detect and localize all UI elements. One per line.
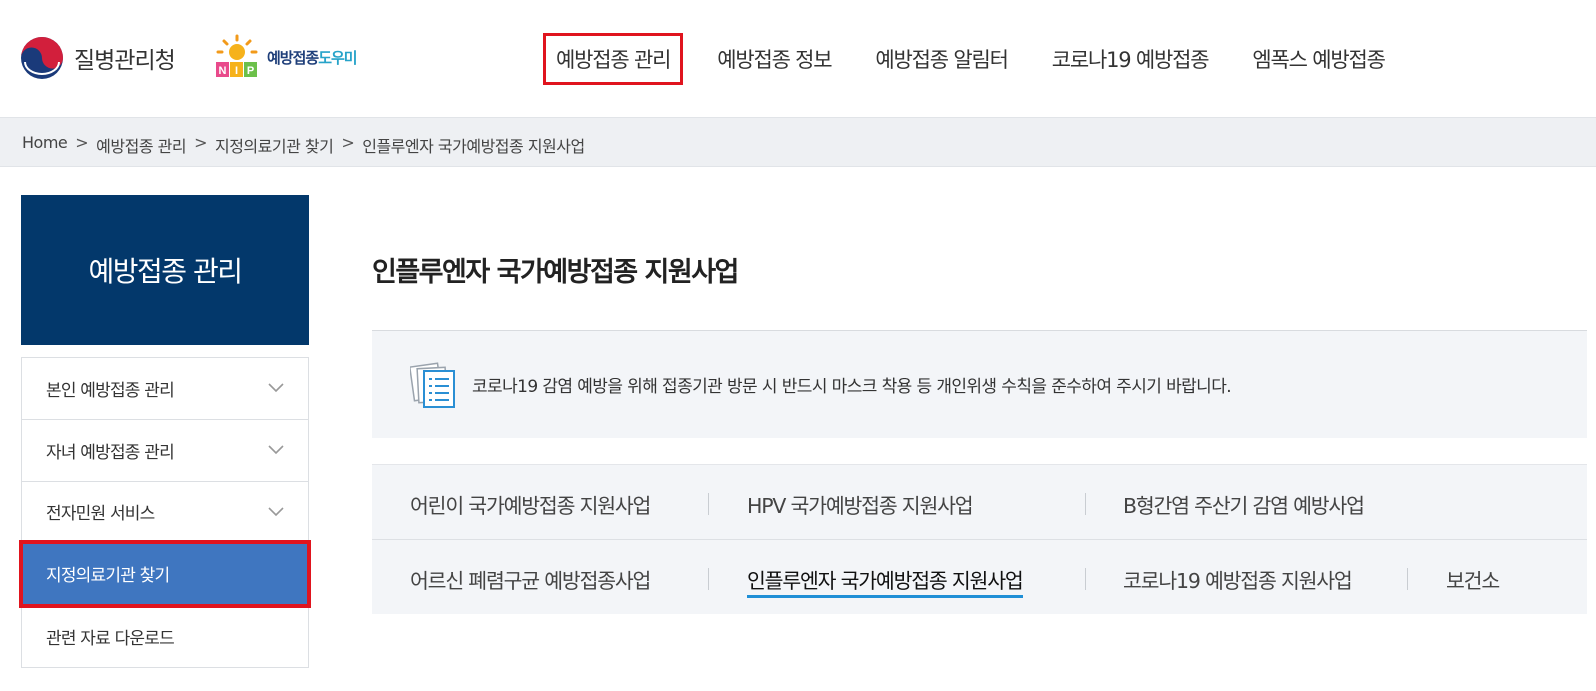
breadcrumb-item[interactable]: 지정의료기관 찾기 bbox=[215, 133, 334, 157]
sidebar-item-label: 본인 예방접종 관리 bbox=[46, 380, 175, 401]
tab-hpv-vaccination[interactable]: HPV 국가예방접종 지원사업 bbox=[747, 489, 974, 519]
tab-divider bbox=[1085, 568, 1086, 590]
chevron-down-icon bbox=[268, 383, 284, 393]
tab-child-vaccination[interactable]: 어린이 국가예방접종 지원사업 bbox=[410, 489, 651, 519]
nav-vaccination-management[interactable]: 예방접종 관리 bbox=[543, 33, 684, 85]
tab-divider bbox=[708, 568, 709, 590]
page-title: 인플루엔자 국가예방접종 지원사업 bbox=[372, 257, 739, 288]
breadcrumb-bar: Home > 예방접종 관리 > 지정의료기관 찾기 > 인플루엔자 국가예방접… bbox=[0, 117, 1596, 167]
sidebar-title: 예방접종 관리 bbox=[21, 195, 309, 345]
tab-divider bbox=[1085, 493, 1086, 515]
nav-covid19-vaccination[interactable]: 코로나19 예방접종 bbox=[1052, 44, 1210, 74]
site-header: 질병관리청 N I P 예방접종도우미 예방접종 관리 예방접종 정보 예방접종… bbox=[0, 0, 1596, 117]
notice-text: 코로나19 감염 예방을 위해 접종기관 방문 시 반드시 마스크 착용 등 개… bbox=[472, 377, 1232, 397]
breadcrumb-separator: > bbox=[341, 133, 355, 152]
sidebar-item-child-vaccination[interactable]: 자녀 예방접종 관리 bbox=[22, 419, 308, 482]
tab-covid19-vaccination-program[interactable]: 코로나19 예방접종 지원사업 bbox=[1123, 564, 1353, 594]
nip-sun-logo-icon: N I P bbox=[216, 34, 258, 77]
svg-text:N: N bbox=[219, 65, 227, 77]
sidebar-item-label: 관련 자료 다운로드 bbox=[46, 628, 175, 649]
breadcrumb-separator: > bbox=[194, 133, 207, 152]
tab-influenza-vaccination[interactable]: 인플루엔자 국가예방접종 지원사업 bbox=[747, 564, 1024, 598]
main-nav: 예방접종 관리 예방접종 정보 예방접종 알림터 코로나19 예방접종 엠폭스 … bbox=[543, 33, 1386, 85]
tab-row: 어린이 국가예방접종 지원사업 HPV 국가예방접종 지원사업 B형간염 주산기… bbox=[372, 465, 1587, 540]
sidebar-item-e-civil-service[interactable]: 전자민원 서비스 bbox=[22, 481, 308, 544]
sidebar-item-label: 지정의료기관 찾기 bbox=[46, 566, 170, 587]
tab-divider bbox=[708, 493, 709, 515]
nav-mpox-vaccination[interactable]: 엠폭스 예방접종 bbox=[1252, 44, 1386, 74]
nav-vaccination-info[interactable]: 예방접종 정보 bbox=[717, 44, 832, 74]
breadcrumb-item[interactable]: 예방접종 관리 bbox=[96, 133, 186, 157]
svg-text:P: P bbox=[247, 65, 254, 77]
sidebar-item-label: 전자민원 서비스 bbox=[46, 504, 155, 525]
nip-logo[interactable]: N I P 예방접종도우미 bbox=[213, 34, 358, 80]
nav-vaccination-notice[interactable]: 예방접종 알림터 bbox=[875, 44, 1009, 74]
breadcrumb-separator: > bbox=[75, 133, 89, 152]
chevron-down-icon bbox=[268, 445, 284, 455]
tab-senior-pneumococcal[interactable]: 어르신 폐렴구균 예방접종사업 bbox=[410, 564, 651, 594]
sidebar-title-text: 예방접종 관리 bbox=[88, 255, 243, 288]
sidebar-item-downloads[interactable]: 관련 자료 다운로드 bbox=[22, 605, 308, 667]
kdca-logo[interactable]: 질병관리청 bbox=[20, 36, 176, 80]
svg-text:I: I bbox=[235, 65, 238, 77]
taegeuk-emblem-icon bbox=[21, 37, 63, 79]
tab-row: 어르신 폐렴구균 예방접종사업 인플루엔자 국가예방접종 지원사업 코로나19 … bbox=[372, 540, 1587, 615]
sidebar-menu: 본인 예방접종 관리 자녀 예방접종 관리 전자민원 서비스 지정의료기관 찾기… bbox=[19, 357, 311, 668]
notice-box: 코로나19 감염 예방을 위해 접종기관 방문 시 반드시 마스크 착용 등 개… bbox=[372, 331, 1587, 438]
program-tabs: 어린이 국가예방접종 지원사업 HPV 국가예방접종 지원사업 B형간염 주산기… bbox=[372, 464, 1587, 614]
breadcrumb-home[interactable]: Home bbox=[22, 133, 68, 157]
sidebar-item-label: 자녀 예방접종 관리 bbox=[46, 442, 175, 463]
org-name: 질병관리청 bbox=[74, 48, 176, 74]
nip-logo-text-b: 도우미 bbox=[318, 48, 357, 67]
tab-hepatitis-b-perinatal[interactable]: B형간염 주산기 감염 예방사업 bbox=[1123, 489, 1365, 519]
breadcrumb: Home > 예방접종 관리 > 지정의료기관 찾기 > 인플루엔자 국가예방접… bbox=[22, 133, 585, 157]
nip-logo-text-a: 예방접종 bbox=[267, 48, 319, 67]
chevron-down-icon bbox=[268, 507, 284, 517]
tab-divider bbox=[1407, 568, 1408, 590]
breadcrumb-current: 인플루엔자 국가예방접종 지원사업 bbox=[362, 137, 585, 156]
tab-public-health-center[interactable]: 보건소 bbox=[1446, 564, 1500, 594]
document-list-icon bbox=[410, 361, 455, 408]
sidebar-item-find-designated-clinic[interactable]: 지정의료기관 찾기 bbox=[19, 540, 311, 609]
sidebar-item-my-vaccination[interactable]: 본인 예방접종 관리 bbox=[22, 358, 308, 420]
